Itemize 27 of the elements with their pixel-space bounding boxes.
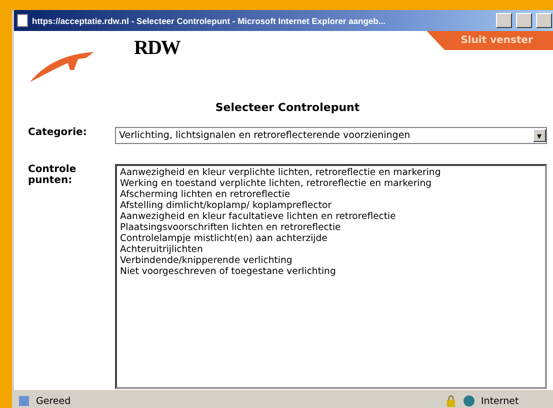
checkpoint-option[interactable]: Aanwezigheid en kleur verplichte lichten, retroreflectie en markering: [120, 167, 542, 178]
close-button[interactable]: [536, 13, 552, 28]
globe-icon: [463, 395, 475, 407]
status-text: Gereed: [36, 396, 72, 406]
checkpoint-option[interactable]: Verbindende/knipperende verlichting: [120, 255, 542, 266]
checkpoint-option[interactable]: Aanwezigheid en kleur facultatieve lichten en retroreflectie: [120, 211, 542, 222]
checkpoint-option[interactable]: Afscherming lichten en retroreflectie: [120, 189, 542, 200]
page-icon: [18, 395, 30, 407]
category-dropdown[interactable]: Verlichting, lichtsignalen en retroreflecterende voorzieningen ▾: [115, 127, 547, 144]
checkpoint-option[interactable]: Achteruitrijlichten: [120, 244, 542, 255]
checkpoint-option[interactable]: Niet voorgeschreven of toegestane verlichting: [120, 266, 542, 277]
zone-text: Internet: [481, 396, 520, 406]
page-icon: [17, 14, 28, 27]
lock-icon: [445, 395, 457, 407]
checkpoint-listbox[interactable]: [115, 164, 547, 389]
logo-text: RDW: [134, 37, 180, 60]
checkpoint-option[interactable]: Controlelampje mistlicht(en) aan achterzijde: [120, 233, 542, 244]
category-label: Categorie:: [28, 127, 88, 140]
page-heading: Selecteer Controlepunt: [214, 101, 361, 114]
window-title: https://acceptatie.rdw.nl - Selecteer Controlepunt - Microsoft Internet Explorer aangeb...: [32, 16, 386, 26]
checkpoint-option[interactable]: Werking en toestand verplichte lichten, retroreflectie en markering: [120, 178, 542, 189]
dropdown-button[interactable]: ▾: [533, 129, 546, 142]
checkpoint-option[interactable]: Afstelling dimlicht/koplamp/ koplampreflector: [120, 200, 542, 211]
checkpoints-label: Controle punten:: [28, 164, 78, 188]
checkpoint-option[interactable]: Plaatsingsvoorschriften lichten en retroreflectie: [120, 222, 542, 233]
maximize-button[interactable]: [516, 13, 532, 28]
minimize-button[interactable]: [496, 13, 512, 28]
